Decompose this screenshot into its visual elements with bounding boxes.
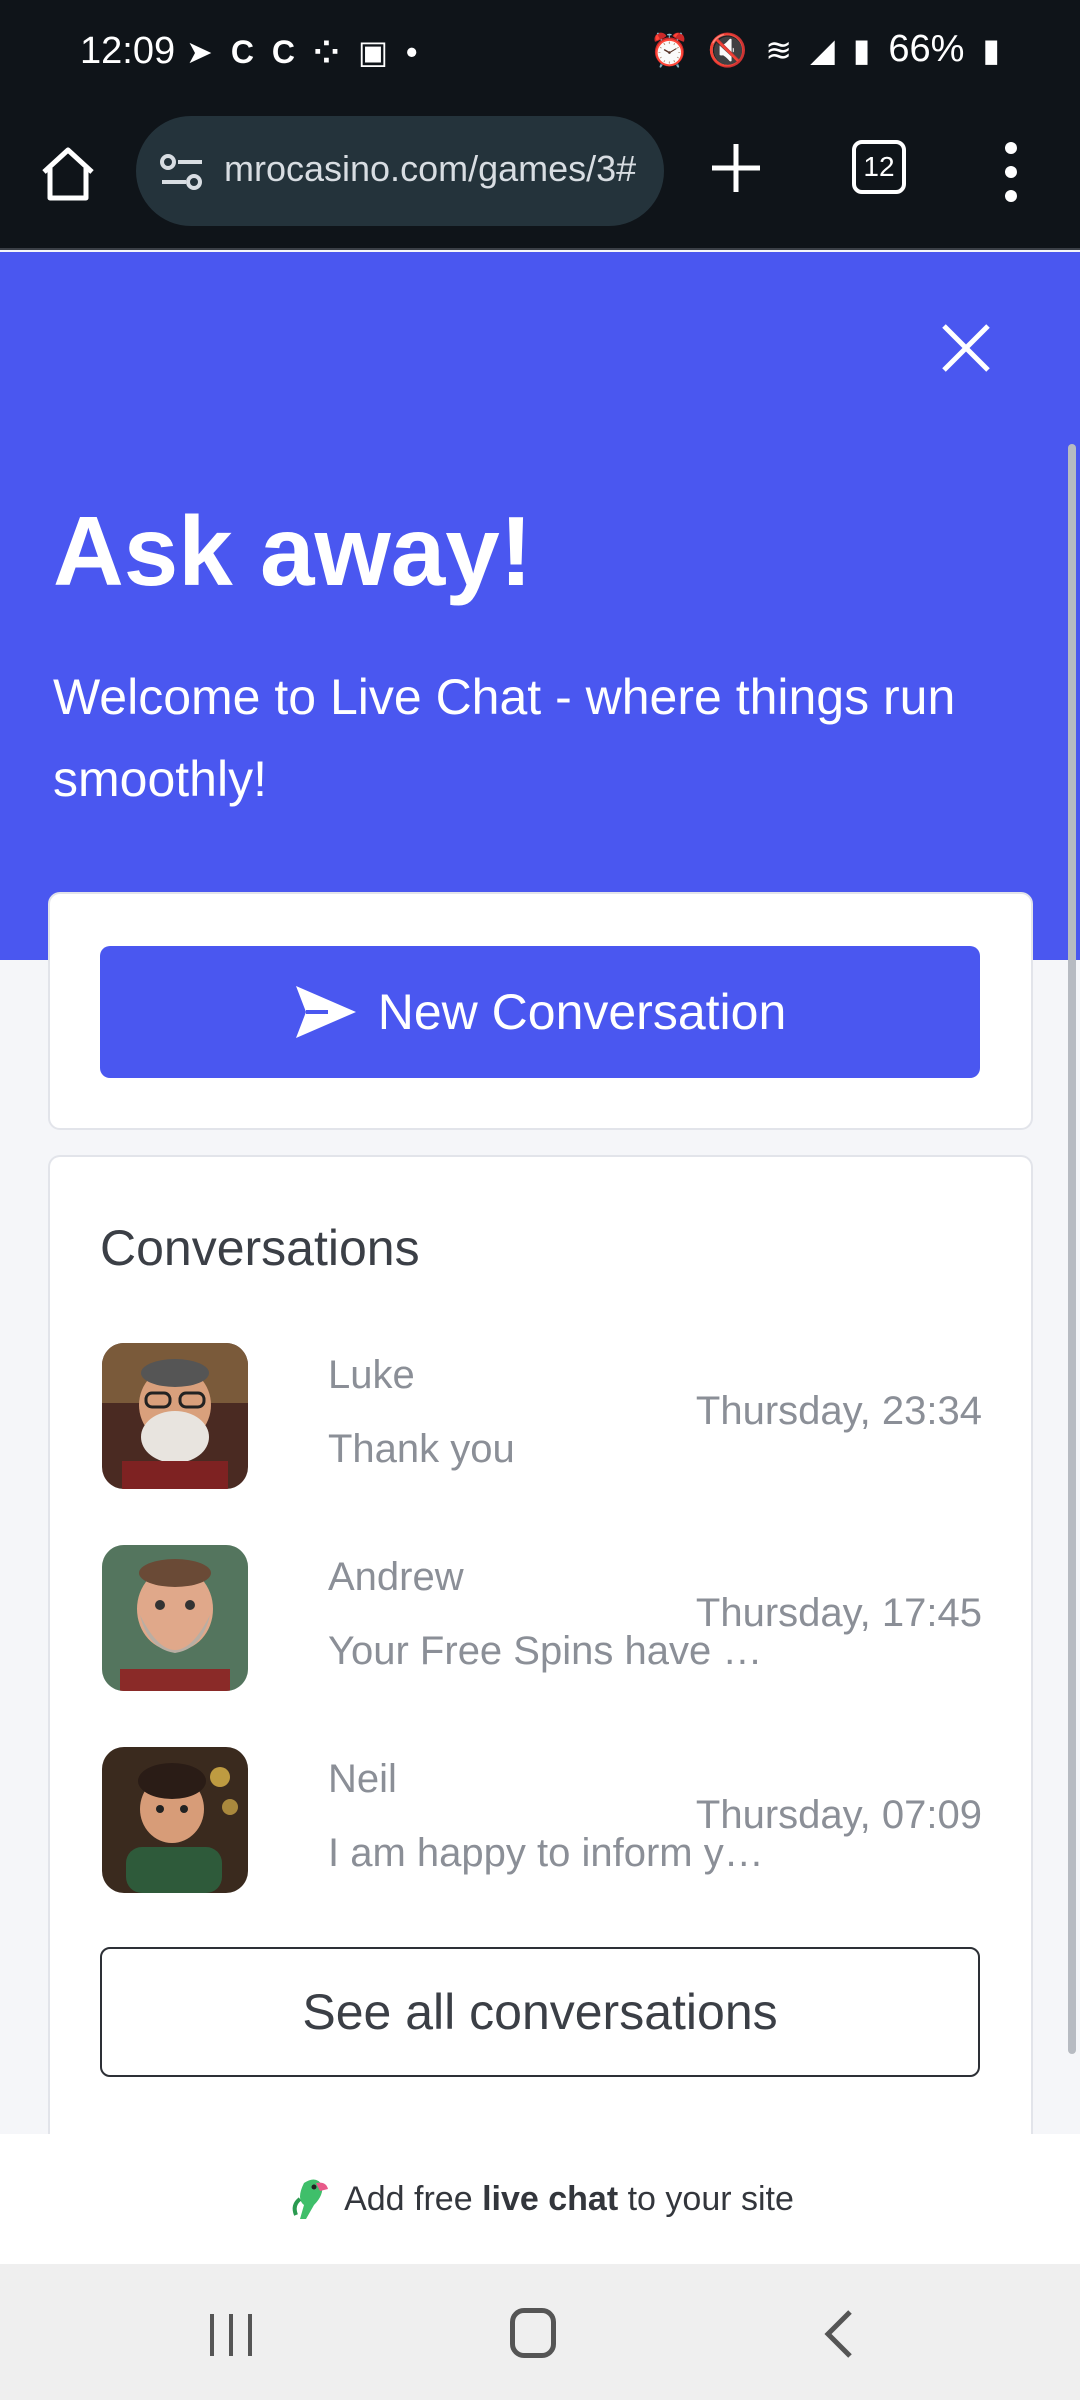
back-icon[interactable] — [818, 2308, 858, 2360]
system-icons: ⏰ 🔇 ≋ ◢ ▮ 66% ▮ — [650, 28, 1000, 71]
avatar — [102, 1343, 248, 1489]
url-text[interactable]: mrocasino.com/games/3# — [224, 148, 654, 190]
recent-apps-icon[interactable] — [206, 2312, 256, 2358]
c-icon: C — [230, 34, 254, 70]
app-icon: ⁘ — [313, 34, 340, 70]
conversations-card: Conversations Luke Thank you Thursday, 2… — [48, 1155, 1033, 2135]
powered-by-footer[interactable]: Add free live chat to your site — [0, 2134, 1080, 2264]
footer-text[interactable]: Add free live chat to your site — [344, 2180, 794, 2219]
send-icon — [295, 986, 356, 1038]
site-settings-icon[interactable] — [158, 152, 206, 192]
mute-icon: 🔇 — [707, 31, 748, 68]
telegram-icon: ➤ — [186, 34, 213, 70]
tab-switcher-button[interactable]: 12 — [852, 140, 906, 194]
avatar — [102, 1545, 248, 1691]
address-bar[interactable]: mrocasino.com/games/3# — [136, 116, 664, 226]
conversation-time: Thursday, 07:09 — [695, 1793, 982, 1837]
close-icon[interactable] — [936, 318, 996, 378]
conversation-item[interactable]: Luke Thank you Thursday, 23:34 — [102, 1343, 982, 1493]
battery-icon: ▮ — [982, 31, 1000, 68]
parrot-logo-icon — [292, 2179, 329, 2219]
avatar — [102, 1747, 248, 1893]
c-icon: C — [271, 34, 296, 70]
new-conversation-card: New Conversation — [48, 892, 1033, 1130]
signal-icon: ▮ — [852, 31, 871, 68]
scrollbar[interactable] — [1068, 444, 1076, 2054]
conversation-name: Andrew — [328, 1555, 464, 1599]
chat-subtitle: Welcome to Live Chat - where things run … — [53, 669, 956, 807]
voicemail-icon: ▣ — [357, 34, 389, 70]
browser-toolbar: mrocasino.com/games/3# 12 — [0, 110, 1080, 250]
conversation-time: Thursday, 23:34 — [695, 1389, 982, 1433]
status-bar: 12:09 ➤ C C ⁘ ▣ • ⏰ 🔇 ≋ ◢ ▮ 66% ▮ — [0, 0, 1080, 110]
home-nav-icon[interactable] — [510, 2308, 556, 2358]
conversation-name: Luke — [328, 1353, 415, 1397]
dot-icon: • — [406, 34, 418, 70]
system-nav-bar — [0, 2264, 1080, 2400]
see-all-conversations-button[interactable]: See all conversations — [100, 1947, 980, 2077]
chat-title: Ask away! — [53, 496, 533, 606]
new-conversation-button[interactable]: New Conversation — [100, 946, 980, 1078]
conversation-name: Neil — [328, 1757, 397, 1801]
status-time: 12:09 — [80, 30, 176, 72]
new-conversation-label: New Conversation — [377, 984, 787, 1040]
conversation-item[interactable]: Neil I am happy to inform y… Thursday, 0… — [102, 1747, 982, 1897]
alarm-icon: ⏰ — [649, 31, 690, 68]
notification-icons: ➤ C C ⁘ ▣ • — [186, 34, 417, 70]
more-options-icon[interactable] — [998, 140, 1024, 204]
conversation-time: Thursday, 17:45 — [695, 1591, 982, 1635]
conversation-item[interactable]: Andrew Your Free Spins have … Thursday, … — [102, 1545, 982, 1695]
battery-level: 66% — [888, 28, 965, 70]
home-icon[interactable] — [36, 142, 100, 206]
wifi-icon: ≋ — [765, 31, 793, 68]
conversations-heading: Conversations — [100, 1220, 420, 1276]
new-tab-icon[interactable] — [706, 138, 766, 198]
signal-icon: ◢ — [810, 31, 835, 68]
